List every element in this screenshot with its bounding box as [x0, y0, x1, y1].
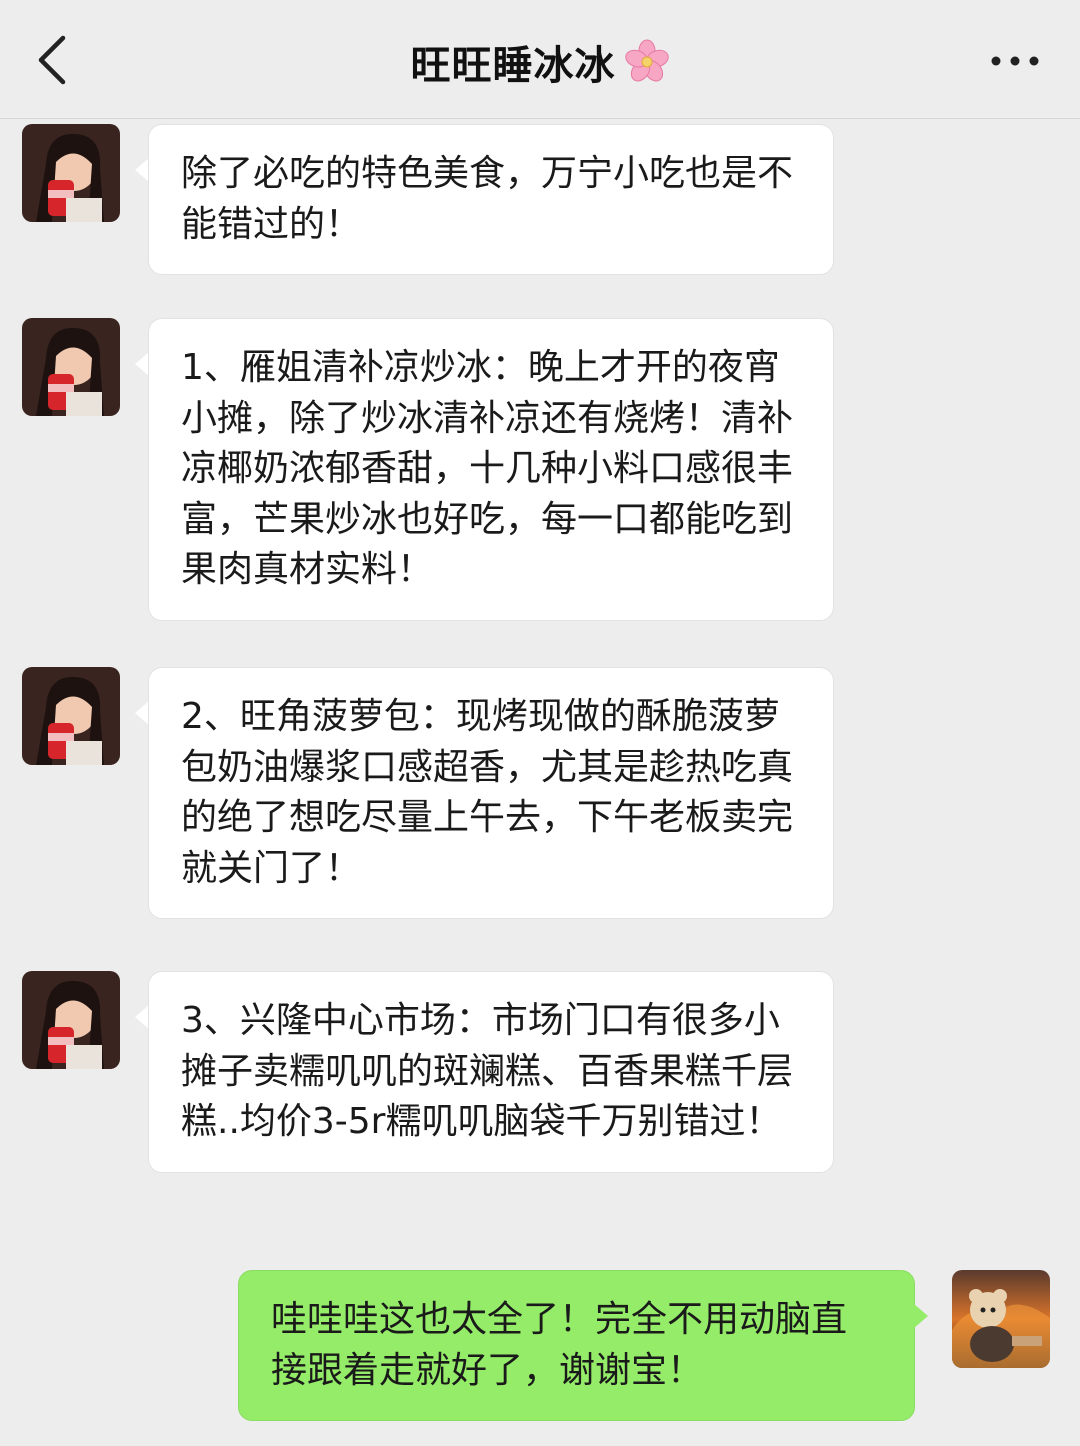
bubble-tail	[135, 158, 149, 182]
my-avatar[interactable]	[952, 1270, 1050, 1368]
bubble-tail	[914, 1304, 928, 1328]
message-bubble[interactable]: 2、旺角菠萝包：现烤现做的酥脆菠萝包奶油爆浆口感超香，尤其是趁热吃真的绝了想吃尽…	[148, 667, 834, 919]
more-button[interactable]	[980, 38, 1050, 84]
message-bubble[interactable]: 3、兴隆中心市场：市场门口有很多小摊子卖糯叽叽的斑斓糕、百香果糕千层糕..均价3…	[148, 971, 834, 1173]
bubble-tail	[135, 1005, 149, 1029]
chat-header: 旺旺睡冰冰	[0, 0, 1080, 119]
bubble-tail	[135, 701, 149, 725]
contact-avatar[interactable]	[22, 667, 120, 765]
message-bubble[interactable]: 除了必吃的特色美食，万宁小吃也是不能错过的！	[148, 124, 834, 275]
my-message-bubble[interactable]: 哇哇哇这也太全了！完全不用动脑直接跟着走就好了，谢谢宝！	[238, 1270, 915, 1421]
chat-title-area: 旺旺睡冰冰	[0, 30, 1080, 94]
more-dots-icon	[991, 56, 1039, 66]
chat-title: 旺旺睡冰冰	[410, 43, 616, 89]
message-bubble[interactable]: 1、雁姐清补凉炒冰：晚上才开的夜宵小摊，除了炒冰清补凉还有烧烤！清补凉椰奶浓郁香…	[148, 318, 834, 621]
cherry-blossom-icon	[624, 39, 670, 85]
contact-avatar[interactable]	[22, 971, 120, 1069]
contact-avatar[interactable]	[22, 318, 120, 416]
bubble-tail	[135, 352, 149, 376]
contact-avatar[interactable]	[22, 124, 120, 222]
